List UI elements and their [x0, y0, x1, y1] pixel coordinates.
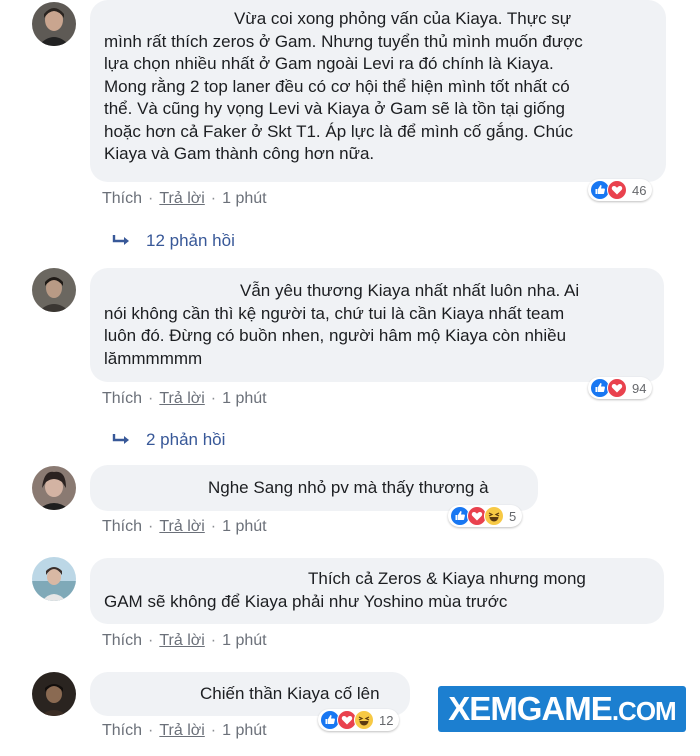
like-link[interactable]: Thích	[102, 722, 142, 740]
timestamp[interactable]: 1 phút	[222, 518, 266, 536]
avatar[interactable]	[32, 268, 76, 312]
reply-arrow-icon	[112, 235, 129, 245]
reaction-summary[interactable]: 5	[448, 505, 523, 527]
like-link[interactable]: Thích	[102, 518, 142, 536]
comment-line: Vẫn yêu thương Kiaya nhất nhất luôn nha.…	[240, 281, 580, 300]
like-link[interactable]: Thích	[102, 632, 142, 650]
avatar[interactable]	[32, 2, 76, 46]
comment-text: Chiến thần Kiaya cố lên	[200, 684, 380, 703]
comment-line: Kiaya và Gam thành công hơn nữa.	[104, 144, 375, 163]
avatar[interactable]	[32, 672, 76, 716]
reply-arrow-icon	[112, 434, 129, 444]
comment-bubble: Vừa coi xong phỏng vấn của Kiaya. Thực s…	[90, 0, 666, 182]
reply-link[interactable]: Trả lời	[159, 190, 204, 208]
replies-count: 2 phản hồi	[146, 430, 226, 449]
view-replies-link[interactable]: 12 phản hồi	[112, 231, 235, 251]
comment-line: luôn đó. Đừng có buồn nhen, người hâm mộ…	[104, 326, 567, 345]
comment-text: Thích cả Zeros & Kiaya nhưng mong GAM sẽ…	[104, 568, 650, 613]
comment-bubble: Thích cả Zeros & Kiaya nhưng mong GAM sẽ…	[90, 558, 664, 624]
reaction-summary[interactable]: 94	[588, 377, 653, 399]
love-reaction-icon	[607, 180, 627, 200]
comment-line: GAM sẽ không để Kiaya phải như Yoshino m…	[104, 591, 508, 611]
comment-actions: Thích · Trả lời · 1 phút	[102, 722, 267, 740]
xemgame-watermark-logo: XEMGAME .COM	[438, 686, 686, 732]
reply-link[interactable]: Trả lời	[159, 390, 204, 408]
comment-bubble: Vẫn yêu thương Kiaya nhất nhất luôn nha.…	[90, 268, 664, 382]
comment-actions: Thích · Trả lời · 1 phút	[102, 632, 267, 650]
comment-line: nói không cần thì kệ người ta, chứ tui l…	[104, 303, 565, 323]
timestamp[interactable]: 1 phút	[222, 632, 266, 650]
avatar[interactable]	[32, 557, 76, 601]
comment-line: lựa chọn nhiều nhất ở Gam ngoài Levi ra …	[104, 54, 554, 73]
reply-link[interactable]: Trả lời	[159, 518, 204, 536]
reaction-count: 5	[509, 508, 517, 524]
replies-count: 12 phản hồi	[146, 231, 235, 250]
reaction-summary[interactable]: 12	[318, 709, 400, 731]
comment-line: hoặc hơn cả Faker ở Skt T1. Áp lực là để…	[104, 121, 573, 141]
reply-link[interactable]: Trả lời	[159, 632, 204, 650]
comment-line: thể. Và cũng hy vọng Levi và Kiaya ở Gam…	[104, 99, 565, 118]
reaction-summary[interactable]: 46	[588, 179, 653, 201]
comment-text: Vẫn yêu thương Kiaya nhất nhất luôn nha.…	[104, 280, 650, 370]
comment-line: Mong rằng 2 top laner đều có cơ hội thể …	[104, 76, 570, 96]
haha-reaction-icon	[484, 506, 504, 526]
like-link[interactable]: Thích	[102, 390, 142, 408]
comment-line: mình rất thích zeros ở Gam. Nhưng tuyển …	[104, 31, 583, 51]
view-replies-link[interactable]: 2 phản hồi	[112, 430, 225, 450]
timestamp[interactable]: 1 phút	[222, 190, 266, 208]
timestamp[interactable]: 1 phút	[222, 722, 266, 740]
comment-actions: Thích · Trả lời · 1 phút	[102, 190, 267, 208]
comment-line: Thích cả Zeros & Kiaya nhưng mong	[308, 569, 586, 588]
comment-actions: Thích · Trả lời · 1 phút	[102, 518, 267, 536]
timestamp[interactable]: 1 phút	[222, 390, 266, 408]
reaction-count: 94	[632, 380, 647, 396]
like-link[interactable]: Thích	[102, 190, 142, 208]
reaction-count: 46	[632, 182, 647, 198]
comment-text: Nghe Sang nhỏ pv mà thấy thương à	[208, 478, 489, 497]
comment-line: lămmmmmm	[104, 348, 203, 368]
reaction-count: 12	[379, 712, 394, 728]
comment-text: Vừa coi xong phỏng vấn của Kiaya. Thực s…	[104, 8, 652, 166]
avatar[interactable]	[32, 466, 76, 510]
haha-reaction-icon	[354, 710, 374, 730]
comment-line: Vừa coi xong phỏng vấn của Kiaya. Thực s…	[234, 9, 572, 28]
love-reaction-icon	[607, 378, 627, 398]
reply-link[interactable]: Trả lời	[159, 722, 204, 740]
comment-actions: Thích · Trả lời · 1 phút	[102, 390, 267, 408]
